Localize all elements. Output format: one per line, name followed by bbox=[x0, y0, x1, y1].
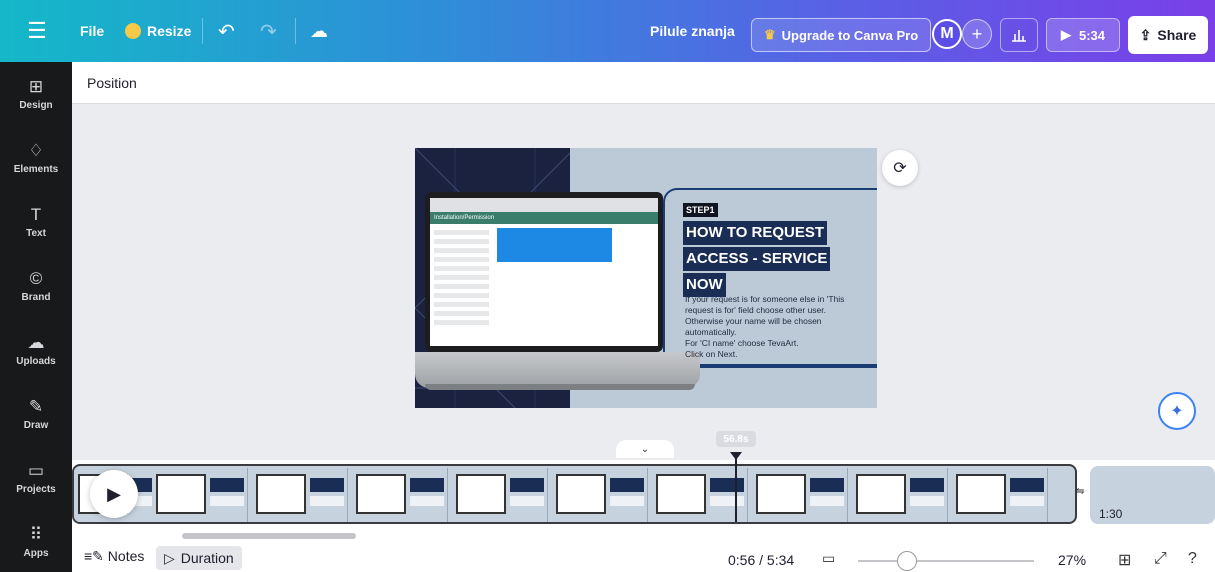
redo-icon[interactable]: ↷ bbox=[260, 0, 277, 62]
sidebar-item-label: Text bbox=[26, 228, 46, 239]
design-icon: ⊞ bbox=[28, 77, 44, 96]
sidebar-item-brand[interactable]: © Brand bbox=[0, 258, 72, 314]
timeline-thumbnail[interactable] bbox=[752, 468, 848, 522]
top-bar: ☰ File Resize ↶ ↷ ☁ Pilule znanja ♛ Upgr… bbox=[0, 0, 1215, 62]
page-view-icon[interactable]: ▭ bbox=[822, 550, 835, 567]
share-button[interactable]: ⇪ Share bbox=[1128, 16, 1208, 54]
sidebar-item-label: Draw bbox=[23, 420, 49, 431]
sidebar-item-apps[interactable]: ⠿ Apps bbox=[0, 514, 72, 570]
duration-button[interactable]: ▷ Duration bbox=[156, 546, 242, 570]
cloud-saved-icon[interactable]: ☁ bbox=[310, 0, 328, 62]
step-label: STEP1 bbox=[683, 203, 718, 217]
share-label: Share bbox=[1157, 27, 1197, 43]
draw-icon: ✎ bbox=[28, 397, 44, 416]
sidebar-item-label: Projects bbox=[16, 484, 56, 495]
sidebar-item-label: Elements bbox=[13, 164, 59, 175]
sidebar-item-design[interactable]: ⊞ Design bbox=[0, 66, 72, 122]
web-dropdown-highlight bbox=[497, 228, 612, 262]
grid-view-icon[interactable]: ⊞ bbox=[1118, 550, 1131, 570]
play-button[interactable]: ▶ bbox=[90, 470, 138, 518]
play-icon: ▶ bbox=[1060, 27, 1071, 42]
browser-bar bbox=[430, 198, 658, 212]
help-icon[interactable]: ? bbox=[1188, 550, 1197, 568]
heading-line: HOW TO REQUEST bbox=[683, 221, 828, 245]
resize-button[interactable]: Resize bbox=[125, 0, 191, 62]
playhead-time: 56.8s bbox=[716, 431, 756, 447]
zoom-level[interactable]: 27% bbox=[1058, 552, 1086, 568]
upgrade-label: Upgrade to Canva Pro bbox=[781, 27, 919, 43]
context-toolbar: Position bbox=[72, 62, 1215, 104]
text-icon: T bbox=[30, 205, 42, 224]
zoom-slider-handle[interactable] bbox=[897, 551, 917, 571]
transition-icon[interactable]: ⇋ bbox=[1076, 486, 1090, 500]
sidebar-item-label: Design bbox=[19, 100, 53, 111]
sidebar-item-draw[interactable]: ✎ Draw bbox=[0, 386, 72, 442]
present-button[interactable]: ▶ 5:34 bbox=[1046, 18, 1120, 52]
duration-icon: ▷ bbox=[164, 549, 175, 566]
timeline-thumbnail[interactable] bbox=[652, 468, 748, 522]
position-button[interactable]: Position bbox=[87, 75, 137, 91]
design-title[interactable]: Pilule znanja bbox=[650, 0, 735, 62]
resize-label: Resize bbox=[147, 23, 192, 39]
sidebar-item-text[interactable]: T Text bbox=[0, 194, 72, 250]
crown-icon bbox=[125, 23, 141, 39]
notes-label: Notes bbox=[107, 548, 145, 564]
playback-time: 0:56 / 5:34 bbox=[728, 552, 795, 568]
timeline-thumbnail[interactable] bbox=[452, 468, 548, 522]
file-menu-button[interactable]: File bbox=[80, 0, 104, 62]
upload-icon: ⇪ bbox=[1139, 26, 1152, 43]
divider bbox=[202, 18, 203, 44]
chevron-down-icon[interactable]: ⌄ bbox=[616, 440, 674, 458]
notes-button[interactable]: ≡✎ Notes bbox=[84, 548, 144, 565]
slide-canvas[interactable]: Installation/Permission STEP1 HOW TO REQ… bbox=[415, 148, 877, 408]
menu-icon[interactable]: ☰ bbox=[0, 0, 74, 62]
uploads-icon: ☁ bbox=[27, 333, 45, 352]
next-scene-duration: 1:30 bbox=[1099, 507, 1123, 521]
upgrade-button[interactable]: ♛ Upgrade to Canva Pro bbox=[751, 18, 932, 52]
sidebar-item-label: Uploads bbox=[16, 356, 56, 367]
fullscreen-icon[interactable]: ⤢ bbox=[1154, 550, 1167, 568]
undo-icon[interactable]: ↶ bbox=[218, 0, 235, 62]
sidebar-item-uploads[interactable]: ☁ Uploads bbox=[0, 322, 72, 378]
slide-heading: HOW TO REQUEST ACCESS - SERVICE NOW bbox=[683, 221, 831, 299]
add-collaborator-button[interactable]: + bbox=[962, 19, 992, 49]
sidebar: ⊞ Design ♢ Elements T Text © Brand ☁ Upl… bbox=[0, 62, 72, 572]
present-duration: 5:34 bbox=[1078, 27, 1106, 43]
divider bbox=[295, 18, 296, 44]
brand-icon: © bbox=[29, 269, 43, 288]
timeline-thumbnail[interactable] bbox=[152, 468, 248, 522]
timeline-thumbnail[interactable] bbox=[952, 468, 1048, 522]
footer-bar bbox=[72, 540, 1215, 572]
web-sidebar bbox=[434, 230, 489, 340]
playhead[interactable] bbox=[735, 452, 737, 522]
notes-icon: ≡✎ bbox=[84, 548, 104, 564]
timeline-track[interactable] bbox=[72, 464, 1077, 524]
web-header: Installation/Permission bbox=[430, 212, 658, 224]
zoom-slider[interactable] bbox=[858, 560, 1034, 562]
sidebar-item-projects[interactable]: ▭ Projects bbox=[0, 450, 72, 506]
magic-sparkle-icon[interactable]: ✦ bbox=[1158, 392, 1196, 430]
laptop-keyboard bbox=[415, 352, 700, 388]
heading-line: ACCESS - SERVICE bbox=[683, 247, 831, 271]
timeline-thumbnail[interactable] bbox=[852, 468, 948, 522]
insights-icon[interactable] bbox=[1000, 18, 1038, 52]
refresh-icon[interactable]: ⟳ bbox=[882, 150, 918, 186]
crown-icon: ♛ bbox=[764, 27, 776, 42]
elements-icon: ♢ bbox=[28, 141, 44, 160]
scrollbar-thumb[interactable] bbox=[182, 533, 356, 539]
apps-icon: ⠿ bbox=[29, 525, 43, 544]
timeline-thumbnail[interactable] bbox=[552, 468, 648, 522]
laptop-edge bbox=[425, 384, 695, 390]
avatar[interactable]: M bbox=[932, 19, 962, 49]
sidebar-item-elements[interactable]: ♢ Elements bbox=[0, 130, 72, 186]
laptop-screen-content: Installation/Permission bbox=[430, 198, 658, 346]
timeline-thumbnail[interactable] bbox=[252, 468, 348, 522]
projects-icon: ▭ bbox=[27, 461, 45, 480]
sidebar-item-label: Brand bbox=[21, 292, 51, 303]
duration-label: Duration bbox=[180, 550, 234, 566]
sidebar-item-label: Apps bbox=[23, 548, 49, 559]
timeline-thumbnail[interactable] bbox=[352, 468, 448, 522]
slide-body-text: If your request is for someone else in '… bbox=[685, 294, 845, 359]
timeline bbox=[72, 452, 1215, 532]
